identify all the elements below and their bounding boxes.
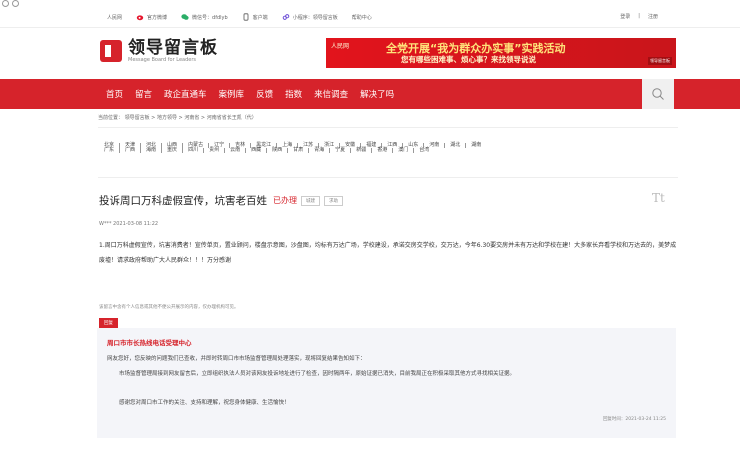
banner-subline: 您有哪些困难事、烦心事？来找领导说说 <box>401 55 536 64</box>
region-link[interactable]: 甘肃 <box>288 148 310 153</box>
site-header: 领导留言板 Message Board for Leaders 人民网 全党开展… <box>0 28 740 78</box>
region-link[interactable]: 西藏 <box>246 148 268 153</box>
nav-item[interactable]: 留言 <box>135 88 152 100</box>
region-link[interactable]: 宁夏 <box>330 148 352 153</box>
divider <box>98 127 678 128</box>
nav-item[interactable]: 政企直通车 <box>164 88 207 100</box>
top-link-app[interactable]: 客户端 <box>242 13 268 21</box>
login-link[interactable]: 登录 <box>620 13 630 20</box>
register-link[interactable]: 注册 <box>648 13 658 20</box>
top-links: 人民网 官方微博 微信号：dfdlyb 客户端 小程序：领导留言板 帮助中心 <box>107 13 372 21</box>
post-title-row: 投诉周口万科虚假宣传，坑害老百姓 已办理 城建 求助 <box>99 193 343 208</box>
top-link-wechat[interactable]: 微信号：dfdlyb <box>181 13 228 21</box>
reply-org: 周口市市长热线电话受理中心 <box>107 339 192 347</box>
region-link[interactable]: 湖北 <box>445 143 467 148</box>
wechat-icon <box>181 14 189 20</box>
banner-corner-logo: 领导留言板 <box>648 57 672 65</box>
top-link-weibo[interactable]: 官方微博 <box>136 13 167 21</box>
reply-label: 回复 <box>99 318 118 328</box>
region-link[interactable]: 重庆 <box>162 148 184 153</box>
breadcrumb: 当前位置： 领导留言板 > 地方领导 > 河南省 > 河南省省长王凯（代） <box>98 115 257 121</box>
top-bar: 人民网 官方微博 微信号：dfdlyb 客户端 小程序：领导留言板 帮助中心 登… <box>0 9 740 28</box>
main-nav: 首页 留言 政企直通车 案例库 反馈 指数 来信调查 解决了吗 <box>0 79 740 109</box>
region-link[interactable]: 广东 <box>104 148 121 153</box>
privacy-note: 该留言中含有个人信息或其他不便公开展示的内容，仅办理机构可见。 <box>99 305 239 310</box>
post-title: 投诉周口万科虚假宣传，坑害老百姓 <box>99 195 267 207</box>
post-meta: W*** 2021-03-08 11:22 <box>99 221 159 227</box>
post-body: 1.周口万科虚假宣传，坑害消费者！宣传单页，置业顾问，楼盘示意图，沙盘图，均标有… <box>99 242 677 264</box>
nav-items: 首页 留言 政企直通车 案例库 反馈 指数 来信调查 解决了吗 <box>106 88 394 100</box>
top-link-miniprogram[interactable]: 小程序：领导留言板 <box>282 13 338 21</box>
nav-item[interactable]: 案例库 <box>219 88 245 100</box>
region-link[interactable]: 香港 <box>372 148 394 153</box>
reply-paragraph: 网友您好，您反映的问题我们已查收，并即时转周口市市场监督管理局处理落实，现将回复… <box>107 356 366 362</box>
status-badge: 已办理 <box>273 196 297 205</box>
window-controls <box>2 0 19 7</box>
nav-item[interactable]: 解决了吗 <box>360 88 394 100</box>
top-link-people[interactable]: 人民网 <box>107 13 122 21</box>
search-icon <box>652 88 664 100</box>
window-dot-icon[interactable] <box>12 0 19 7</box>
campaign-banner[interactable]: 人民网 全党开展“我为群众办实事”实践活动 您有哪些困难事、烦心事？来找领导说说… <box>326 38 676 68</box>
region-link[interactable]: 贵州 <box>204 148 226 153</box>
region-link[interactable]: 新疆 <box>351 148 373 153</box>
logo-title: 领导留言板 <box>128 38 218 58</box>
divider <box>98 177 678 178</box>
banner-tag: 人民网 <box>331 43 350 50</box>
region-list: 北京 天津 河北 山西 内蒙古 辽宁 吉林 黑龙江 上海 江苏 浙江 安徽 福建 江西 山东 河南 湖北 湖南 广东… <box>104 143 684 153</box>
auth-separator: | <box>638 13 640 19</box>
nav-item[interactable]: 首页 <box>106 88 123 100</box>
font-size-icon[interactable]: Tt <box>652 191 665 205</box>
type-tag[interactable]: 求助 <box>324 195 343 206</box>
auth-links: 登录 | 注册 <box>620 13 658 20</box>
region-link[interactable]: 云南 <box>225 148 247 153</box>
window-dot-icon[interactable] <box>2 0 9 7</box>
top-link-help[interactable]: 帮助中心 <box>352 13 372 21</box>
site-logo[interactable]: 领导留言板 Message Board for Leaders <box>100 39 218 63</box>
region-link[interactable]: 湖南 <box>466 143 486 148</box>
reply-paragraph: 市场监督管理局接到网友留言后，立即组织执法人员对该网友投诉地址进行了检查，因时隔… <box>119 371 516 377</box>
region-link[interactable]: 海南 <box>141 148 163 153</box>
region-row: 广东 广西 海南 重庆 四川 贵州 云南 西藏 陕西 甘肃 青海 宁夏 新疆 香港 澳门 台湾 <box>104 148 684 153</box>
region-link[interactable]: 青海 <box>309 148 331 153</box>
region-link[interactable]: 澳门 <box>393 148 415 153</box>
category-tag[interactable]: 城建 <box>301 195 320 206</box>
reply-paragraph: 感谢您对周口市工作的关注、支持和理解，祝您身体健康、生活愉快！ <box>119 400 290 406</box>
weibo-icon <box>136 15 144 21</box>
reply-box: 周口市市长热线电话受理中心 网友您好，您反映的问题我们已查收，并即时转周口市市场… <box>97 328 676 438</box>
phone-icon <box>243 13 249 21</box>
nav-item[interactable]: 反馈 <box>256 88 273 100</box>
logo-mark-icon <box>100 40 122 62</box>
reply-time: 回复时间：2021-03-24 11:25 <box>602 417 666 422</box>
nav-item[interactable]: 来信调查 <box>314 88 348 100</box>
miniprogram-icon <box>282 14 289 20</box>
region-link[interactable]: 陕西 <box>267 148 289 153</box>
region-link[interactable]: 台湾 <box>414 148 434 153</box>
region-link[interactable]: 广西 <box>120 148 142 153</box>
region-link[interactable]: 四川 <box>183 148 205 153</box>
search-button[interactable] <box>642 79 674 109</box>
nav-item[interactable]: 指数 <box>285 88 302 100</box>
